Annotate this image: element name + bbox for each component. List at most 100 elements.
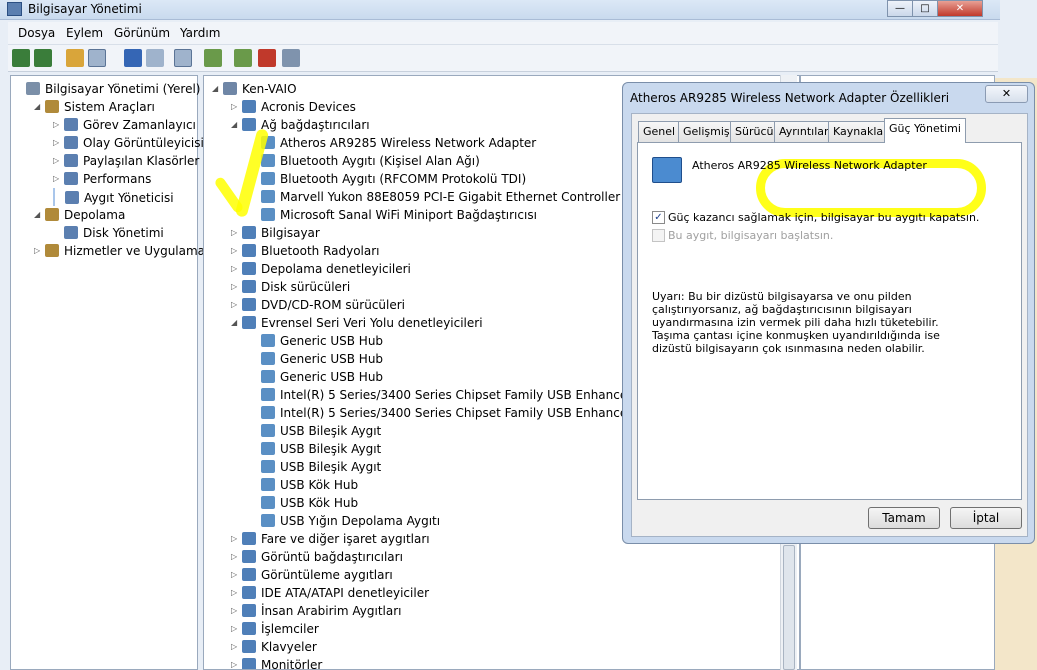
expander-icon[interactable]: ▷ [53,170,61,188]
tree-node-label: Disk Yönetimi [83,226,164,240]
tree-node-label: Sistem Araçları [64,100,155,114]
tree-node-label: Generic USB Hub [280,352,384,366]
expander-icon[interactable]: ▷ [231,98,239,116]
up-folder-icon[interactable] [66,49,84,67]
device-icon [261,352,275,365]
tree-node-label: Bluetooth Aygıtı (Kişisel Alan Ağı) [280,154,480,168]
tree-node-label: Bluetooth Aygıtı (RFCOMM Protokolü TDI) [280,172,527,186]
allow-turn-off-checkbox[interactable]: ✓ [652,211,665,224]
tab-gelismis[interactable]: Gelişmiş [678,121,735,142]
device-icon [64,136,78,149]
expander-icon[interactable]: ◢ [212,80,220,98]
menu-yardim[interactable]: Yardım [180,26,220,40]
expander-icon[interactable]: ▷ [231,548,239,566]
tree-node-label: Microsoft Sanal WiFi Miniport Bağdaştırı… [280,208,537,222]
network-adapter-icon [652,157,682,183]
view-icon[interactable] [174,49,192,67]
tree-node-label: Klavyeler [261,640,317,654]
device-icon [45,208,59,221]
cancel-button[interactable]: İptal [950,507,1022,529]
properties-dialog: Atheros AR9285 Wireless Network Adapter … [622,82,1035,544]
expander-icon[interactable]: ▷ [231,296,239,314]
expander-icon[interactable]: ▷ [231,620,239,638]
ok-button[interactable]: Tamam [868,507,940,529]
forward-arrow-icon[interactable] [34,49,52,67]
back-arrow-icon[interactable] [12,49,30,67]
device-icon [261,496,275,509]
device-icon [242,100,256,113]
minimize-button[interactable]: — [887,0,913,17]
device-icon [64,154,78,167]
expander-icon[interactable]: ▷ [231,530,239,548]
expander-icon[interactable]: ▷ [53,134,61,152]
expander-icon[interactable]: ▷ [231,602,239,620]
expander-icon[interactable]: ▷ [231,242,239,260]
tree-node-label: DVD/CD-ROM sürücüleri [261,298,406,312]
device-icon [223,82,237,95]
help-icon[interactable] [124,49,142,67]
device-icon [261,370,275,383]
computer-management-icon [7,2,22,16]
dialog-close-button[interactable]: ✕ [985,85,1028,103]
tab-ayrintilar[interactable]: Ayrıntılar [774,121,834,142]
expander-icon[interactable]: ▷ [231,638,239,656]
expander-icon[interactable]: ▷ [53,116,61,134]
tree-node-label: USB Kök Hub [280,478,359,492]
device-icon [65,191,79,204]
device-icon [64,226,78,239]
tab-genel[interactable]: Genel [638,121,681,142]
expander-icon[interactable]: ▷ [53,152,61,170]
allow-wake-checkbox [652,229,665,242]
tree-node-label: Görev Zamanlayıcı [83,118,196,132]
menu-bar: Dosya Eylem Görünüm Yardım [8,22,998,45]
device-icon [45,244,59,257]
device-icon [242,640,256,653]
device-icon [261,388,275,401]
tab-kaynaklar[interactable]: Kaynaklar [828,121,893,142]
close-button[interactable]: ✕ [937,0,983,17]
tree-node[interactable]: Aygıt Yöneticisi [53,188,174,206]
scan-hardware-icon[interactable] [204,49,222,67]
power-management-panel: Atheros AR9285 Wireless Network Adapter … [637,142,1022,500]
show-hide-tree-icon[interactable] [88,49,106,67]
device-icon [64,118,78,131]
title-bar: Bilgisayar Yönetimi — □ ✕ [0,0,1000,20]
scrollbar-thumb[interactable] [783,545,795,670]
menu-gorunum[interactable]: Görünüm [114,26,170,40]
expander-icon[interactable]: ▷ [34,242,42,260]
tree-node-label: USB Kök Hub [280,496,359,510]
allow-turn-off-label[interactable]: Güç kazancı sağlamak için, bilgisayar bu… [668,211,979,224]
expander-icon[interactable]: ▷ [231,656,239,669]
update-driver-icon[interactable] [234,49,252,67]
dialog-title: Atheros AR9285 Wireless Network Adapter … [630,91,950,105]
tree-node-label: Bluetooth Radyoları [261,244,380,258]
expander-icon[interactable]: ▷ [231,278,239,296]
device-icon [261,334,275,347]
device-icon [64,172,78,185]
disable-device-icon[interactable] [282,49,300,67]
tree-node-label: Performans [83,172,152,186]
expander-icon[interactable]: ▷ [231,260,239,278]
expander-icon[interactable]: ◢ [231,116,239,134]
expander-icon[interactable]: ▷ [231,584,239,602]
tab-guc-yonetimi[interactable]: Güç Yönetimi [884,118,966,143]
tree-node-label: USB Yığın Depolama Aygıtı [280,514,441,528]
expander-icon[interactable]: ▷ [231,566,239,584]
expander-icon[interactable]: ▷ [231,224,239,242]
tab-surucu[interactable]: Sürücü [730,121,779,142]
device-icon [261,154,275,167]
expander-icon[interactable]: ◢ [34,206,42,224]
device-icon [242,586,256,599]
device-icon [242,226,256,239]
maximize-button[interactable]: □ [912,0,938,17]
menu-eylem[interactable]: Eylem [66,26,103,40]
device-icon [261,514,275,527]
toolbar [8,45,998,72]
expander-icon[interactable]: ◢ [34,98,42,116]
uninstall-icon[interactable] [258,49,276,67]
device-icon [242,244,256,257]
menu-dosya[interactable]: Dosya [18,26,55,40]
tree-node-label: Generic USB Hub [280,370,384,384]
properties-icon[interactable] [146,49,164,67]
expander-icon[interactable]: ◢ [231,314,239,332]
